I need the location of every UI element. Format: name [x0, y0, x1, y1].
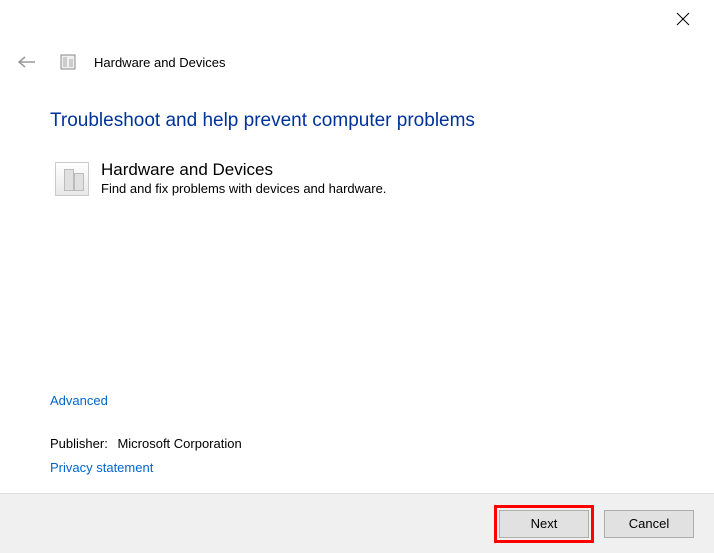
troubleshooter-section: Hardware and Devices Find and fix proble…	[55, 160, 386, 196]
next-button[interactable]: Next	[499, 510, 589, 538]
section-text: Hardware and Devices Find and fix proble…	[101, 160, 386, 196]
cancel-button[interactable]: Cancel	[604, 510, 694, 538]
publisher-value: Microsoft Corporation	[117, 436, 241, 451]
header: Hardware and Devices	[15, 50, 226, 74]
header-title: Hardware and Devices	[94, 55, 226, 70]
next-button-highlight: Next	[494, 505, 594, 543]
troubleshooter-icon	[59, 53, 77, 71]
section-title: Hardware and Devices	[101, 160, 386, 180]
page-heading: Troubleshoot and help prevent computer p…	[50, 110, 475, 132]
publisher-info: Publisher: Microsoft Corporation	[50, 436, 242, 451]
publisher-label: Publisher:	[50, 436, 108, 451]
section-description: Find and fix problems with devices and h…	[101, 181, 386, 196]
footer: Next Cancel	[0, 493, 714, 553]
advanced-link[interactable]: Advanced	[50, 393, 108, 408]
hardware-devices-icon	[55, 162, 89, 196]
back-arrow-icon	[15, 50, 39, 74]
close-button[interactable]	[674, 10, 692, 28]
privacy-statement-link[interactable]: Privacy statement	[50, 460, 153, 475]
